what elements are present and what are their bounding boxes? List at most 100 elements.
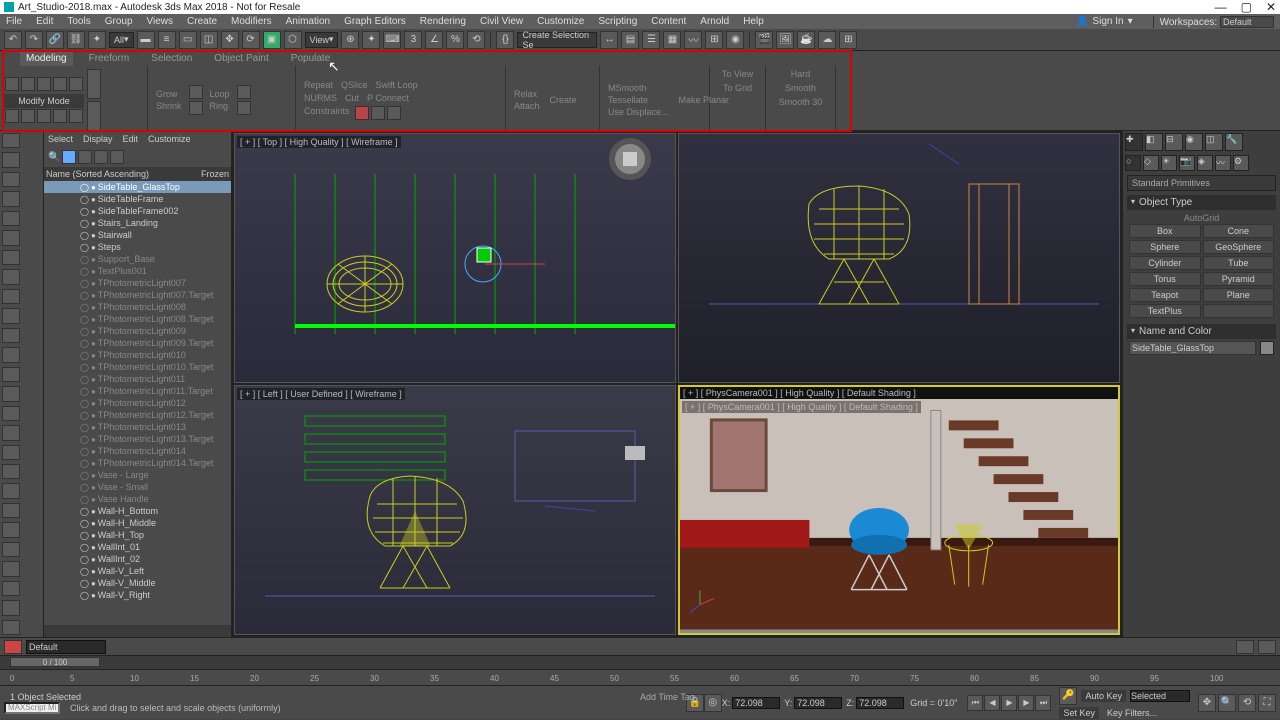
- keymode-selected[interactable]: [1130, 690, 1190, 702]
- next-frame[interactable]: ▶: [1018, 695, 1034, 711]
- rollout-objtype[interactable]: Object Type: [1127, 195, 1276, 210]
- spinner-snap-button[interactable]: ⟲: [467, 31, 485, 49]
- menu-modifiers[interactable]: Modifiers: [231, 16, 272, 27]
- left-tool-23[interactable]: [2, 581, 20, 596]
- move-button[interactable]: ✥: [221, 31, 239, 49]
- menu-graph editors[interactable]: Graph Editors: [344, 16, 406, 27]
- left-tool-11[interactable]: [2, 347, 20, 362]
- scene-tool-2[interactable]: [78, 150, 92, 164]
- viewport-left[interactable]: [ + ] [ Left ] [ User Defined ] [ Wirefr…: [234, 385, 676, 635]
- render-online-button[interactable]: ☁: [818, 31, 836, 49]
- mat-editor-button[interactable]: ◉: [726, 31, 744, 49]
- swiftloop-button[interactable]: Swift Loop: [372, 79, 422, 91]
- menu-rendering[interactable]: Rendering: [420, 16, 466, 27]
- add-time-tag[interactable]: Add Time Tag: [640, 692, 695, 702]
- scene-row[interactable]: ◯●TextPlus001: [44, 265, 231, 277]
- rotate-button[interactable]: ⟳: [242, 31, 260, 49]
- menu-customize[interactable]: Customize: [537, 16, 584, 27]
- rect-select-button[interactable]: ▭: [179, 31, 197, 49]
- tessellate-button[interactable]: Tessellate: [604, 94, 673, 106]
- menu-edit[interactable]: Edit: [36, 16, 53, 27]
- scene-row[interactable]: ◯●Stairwall: [44, 229, 231, 241]
- left-tool-19[interactable]: [2, 503, 20, 518]
- scene-tool-4[interactable]: [110, 150, 124, 164]
- repeat-button[interactable]: Repeat: [300, 79, 337, 91]
- poly-subobj-vertex[interactable]: [5, 77, 19, 91]
- menu-civil view[interactable]: Civil View: [480, 16, 523, 27]
- menu-create[interactable]: Create: [187, 16, 217, 27]
- scene-tool-1[interactable]: [62, 150, 76, 164]
- menu-views[interactable]: Views: [147, 16, 174, 27]
- attach-button[interactable]: Attach: [510, 100, 544, 112]
- scene-row[interactable]: ◯●Vase - Large: [44, 469, 231, 481]
- left-tool-9[interactable]: [2, 308, 20, 323]
- scene-row[interactable]: ◯●WallInt_02: [44, 553, 231, 565]
- render-frame-button[interactable]: 🖼: [776, 31, 794, 49]
- workspace-selector[interactable]: Workspaces:: [1153, 16, 1280, 28]
- constraint-edge[interactable]: [371, 106, 385, 120]
- scene-row[interactable]: ◯●Support_Base: [44, 253, 231, 265]
- schematic-button[interactable]: ⊞: [705, 31, 723, 49]
- constraint-none[interactable]: [355, 106, 369, 120]
- create-sphere[interactable]: Sphere: [1129, 240, 1201, 254]
- vp-top-label[interactable]: [ + ] [ Top ] [ High Quality ] [ Wirefra…: [237, 136, 401, 148]
- left-tool-3[interactable]: [2, 191, 20, 206]
- scene-row[interactable]: ◯●TPhotometricLight007: [44, 277, 231, 289]
- scene-col-frozen[interactable]: Frozen: [201, 169, 229, 179]
- qslice-button[interactable]: QSlice: [337, 79, 372, 91]
- viewport-camera[interactable]: [ + ] [ PhysCamera001 ] [ High Quality ]…: [678, 385, 1120, 635]
- modify-btn-4[interactable]: [237, 101, 251, 115]
- unlink-button[interactable]: ⛓: [67, 31, 85, 49]
- scene-row[interactable]: ◯●Wall-H_Top: [44, 529, 231, 541]
- mat-tool-2[interactable]: [1258, 640, 1276, 654]
- material-name[interactable]: [26, 640, 106, 654]
- left-tool-15[interactable]: [2, 425, 20, 440]
- space-cat[interactable]: 〰: [1215, 155, 1231, 171]
- menu-tools[interactable]: Tools: [67, 16, 90, 27]
- left-tool-24[interactable]: [2, 600, 20, 615]
- scene-row[interactable]: ◯●TPhotometricLight012: [44, 397, 231, 409]
- toview-button[interactable]: To View: [718, 68, 757, 80]
- scene-row[interactable]: ◯●Wall-V_Middle: [44, 577, 231, 589]
- create-tab[interactable]: ✚: [1125, 133, 1143, 151]
- ribbon-tab-selection[interactable]: Selection: [145, 51, 198, 66]
- vp-cam-label[interactable]: [ + ] [ PhysCamera001 ] [ High Quality ]…: [682, 401, 921, 413]
- menu-help[interactable]: Help: [743, 16, 764, 27]
- scene-menu-customize[interactable]: Customize: [148, 134, 191, 144]
- scene-row[interactable]: ◯●Wall-H_Bottom: [44, 505, 231, 517]
- window-crossing-button[interactable]: ◫: [200, 31, 218, 49]
- cut-button[interactable]: Cut: [341, 92, 363, 104]
- left-tool-25[interactable]: [2, 620, 20, 635]
- left-tool-8[interactable]: [2, 289, 20, 304]
- scene-row[interactable]: ◯●TPhotometricLight009.Target: [44, 337, 231, 349]
- x-input[interactable]: [732, 697, 780, 709]
- left-tool-13[interactable]: [2, 386, 20, 401]
- left-tool-10[interactable]: [2, 328, 20, 343]
- scene-menu-display[interactable]: Display: [83, 134, 113, 144]
- link-button[interactable]: 🔗: [46, 31, 64, 49]
- menu-file[interactable]: File: [6, 16, 22, 27]
- shapes-cat[interactable]: ◇: [1143, 155, 1159, 171]
- create-torus[interactable]: Torus: [1129, 272, 1201, 286]
- left-tool-2[interactable]: [2, 172, 20, 187]
- nav-max[interactable]: ⛶: [1258, 694, 1276, 712]
- systems-cat[interactable]: ⚙: [1233, 155, 1249, 171]
- maxscript-input[interactable]: [4, 702, 60, 714]
- scene-row[interactable]: ◯●SideTableFrame: [44, 193, 231, 205]
- left-tool-18[interactable]: [2, 483, 20, 498]
- isolate-button[interactable]: ◎: [704, 694, 722, 712]
- scene-row[interactable]: ◯●TPhotometricLight014.Target: [44, 457, 231, 469]
- left-tool-17[interactable]: [2, 464, 20, 479]
- scene-row[interactable]: ◯●TPhotometricLight008: [44, 301, 231, 313]
- menu-scripting[interactable]: Scripting: [598, 16, 637, 27]
- left-tool-12[interactable]: [2, 367, 20, 382]
- time-ruler[interactable]: 0510152025303540455055606570758085909510…: [0, 669, 1280, 685]
- poly-subobj-border[interactable]: [37, 77, 51, 91]
- create-cone[interactable]: Cone: [1203, 224, 1275, 238]
- poly-tool-5[interactable]: [69, 109, 83, 123]
- menu-arnold[interactable]: Arnold: [700, 16, 729, 27]
- scene-row[interactable]: ◯●Vase Handle: [44, 493, 231, 505]
- scene-hscroll[interactable]: [44, 625, 231, 637]
- relax-button[interactable]: Relax: [510, 88, 544, 100]
- left-tool-14[interactable]: [2, 406, 20, 421]
